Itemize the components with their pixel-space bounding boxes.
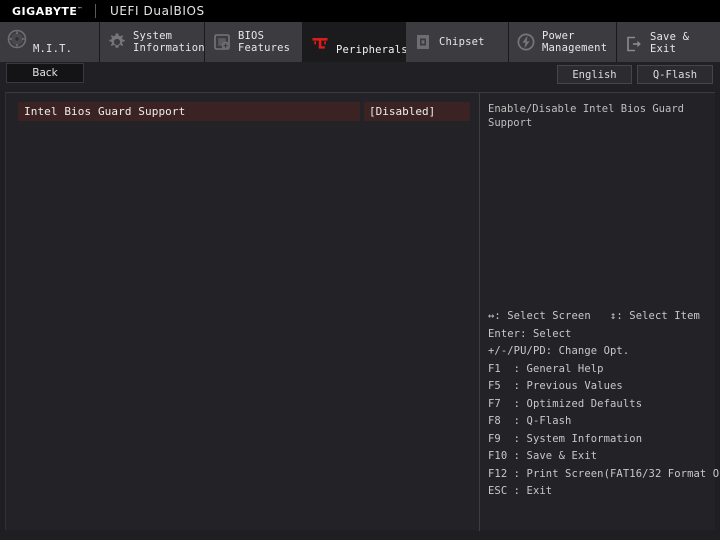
setting-row-intel-bios-guard-support[interactable]: Intel Bios Guard Support [Disabled] — [18, 102, 473, 121]
key-legend-line: F9 : System Information — [488, 432, 643, 445]
key-legend-line: F5 : Previous Values — [488, 380, 623, 392]
uefi-title: UEFI DualBIOS — [109, 4, 205, 18]
brand-divider — [94, 4, 96, 18]
tab-bios-features[interactable]: BIOS Features — [205, 22, 303, 62]
content-panel: Intel Bios Guard Support [Disabled] Enab… — [5, 92, 720, 531]
gear-icon — [106, 31, 128, 53]
key-legend-line: +/-/PU/PD: Change Opt. — [488, 345, 630, 357]
tab-system-information-label: System Information — [133, 30, 205, 54]
tab-chipset[interactable]: Chipset — [406, 22, 509, 62]
key-legend-line: F1 : General Help — [488, 362, 604, 375]
help-description: Enable/Disable Intel Bios Guard Support — [488, 103, 684, 129]
tab-mit-label: M.I.T. — [33, 43, 73, 55]
peripherals-icon — [309, 34, 331, 56]
tab-power-management[interactable]: Power Management — [509, 22, 617, 62]
key-legend: ↔: Select Screen ↕: Select Item Enter: S… — [488, 308, 720, 501]
chip-plus-icon — [211, 31, 233, 53]
tab-chipset-label: Chipset — [439, 36, 485, 48]
tab-mit[interactable]: M.I.T. — [0, 22, 100, 62]
key-legend-line: F10 : Save & Exit — [488, 450, 598, 462]
power-bolt-icon — [515, 31, 537, 53]
help-panel: Enable/Disable Intel Bios Guard Support … — [480, 93, 720, 531]
tab-save-and-exit-label: Save & Exit — [650, 31, 690, 55]
sub-toolbar: Back English Q-Flash — [0, 62, 720, 90]
key-legend-line: ↔: Select Screen ↕: Select Item — [488, 310, 700, 322]
settings-list: Intel Bios Guard Support [Disabled] — [6, 93, 479, 531]
qflash-button[interactable]: Q-Flash — [637, 65, 713, 84]
tab-bios-features-label: BIOS Features — [238, 30, 291, 54]
exit-arrow-icon — [623, 33, 645, 55]
tab-peripherals[interactable]: Peripherals — [303, 22, 408, 62]
tab-peripherals-label: Peripherals — [336, 44, 408, 56]
main-tab-bar: M.I.T. System Information BIOS Features … — [0, 22, 720, 62]
gigabyte-logo: GIGABYTE™ — [0, 5, 83, 18]
language-button[interactable]: English — [557, 65, 632, 84]
key-legend-line: F7 : Optimized Defaults — [488, 397, 643, 410]
key-legend-line: Enter: Select — [488, 327, 572, 340]
brand-bar: GIGABYTE™ UEFI DualBIOS — [0, 0, 720, 22]
chipset-icon — [412, 31, 434, 53]
setting-label[interactable]: Intel Bios Guard Support — [18, 102, 360, 121]
tab-power-management-label: Power Management — [542, 30, 608, 54]
gigabyte-logo-text: GIGABYTE — [12, 4, 78, 18]
trademark-icon: ™ — [77, 5, 83, 12]
bios-screen: GIGABYTE™ UEFI DualBIOS M.I.T. System In… — [0, 0, 720, 540]
key-legend-line: F8 : Q-Flash — [488, 415, 572, 427]
tab-save-and-exit[interactable]: Save & Exit — [617, 22, 720, 62]
key-legend-line: F12 : Print Screen(FAT16/32 Format Only) — [488, 467, 720, 480]
setting-value[interactable]: [Disabled] — [364, 102, 470, 121]
back-button[interactable]: Back — [6, 63, 84, 83]
key-legend-line: ESC : Exit — [488, 485, 553, 497]
cd-disc-icon — [6, 28, 28, 50]
tab-system-information[interactable]: System Information — [100, 22, 205, 62]
